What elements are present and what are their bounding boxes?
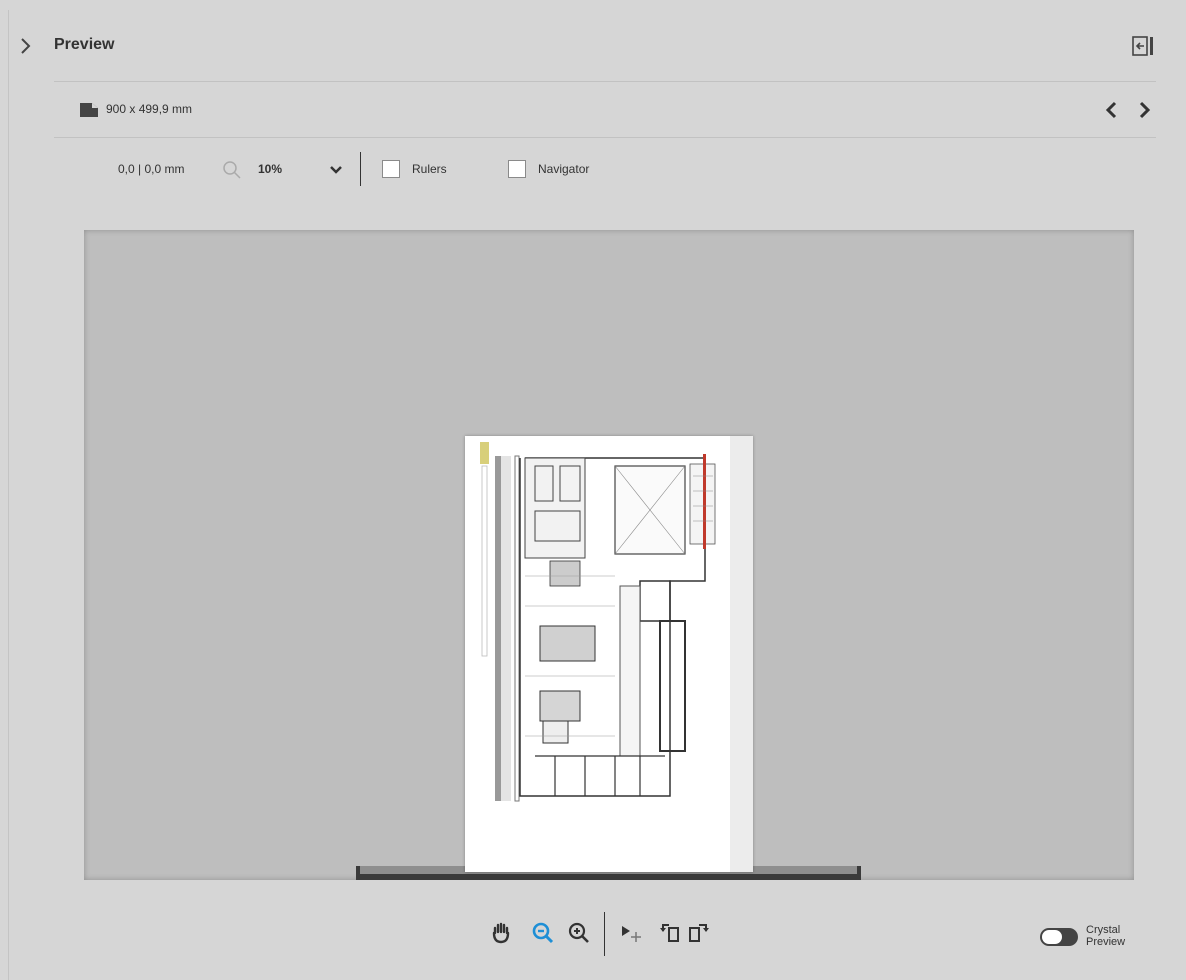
crystal-preview-label[interactable]: Crystal Preview: [1086, 924, 1125, 948]
rulers-label[interactable]: Rulers: [412, 162, 447, 176]
page-size-icon: [80, 103, 98, 117]
rotate-left-icon[interactable]: [658, 920, 684, 946]
chevron-right-icon[interactable]: [1132, 98, 1156, 122]
toolbar-separator: [360, 152, 361, 186]
navigator-label[interactable]: Navigator: [538, 162, 589, 176]
cursor-coordinates: 0,0 | 0,0 mm: [118, 162, 185, 176]
move-arrow-icon[interactable]: [618, 920, 644, 946]
hand-icon[interactable]: [488, 920, 514, 946]
tools-separator: [604, 912, 605, 956]
chevron-left-icon[interactable]: [1100, 98, 1124, 122]
page-size-row: 900 x 499,9 mm: [0, 90, 1186, 130]
magnifier-icon: [223, 161, 241, 179]
panel-dock-icon[interactable]: [1130, 34, 1158, 58]
zoom-level-select[interactable]: 10%: [258, 162, 282, 176]
zoom-out-icon[interactable]: [530, 920, 556, 946]
preview-toolbar: 0,0 | 0,0 mm 10% Rulers Navigator: [0, 150, 1186, 190]
page-size-label: 900 x 499,9 mm: [106, 102, 193, 116]
chevron-right-icon[interactable]: [14, 34, 38, 58]
preview-page[interactable]: [465, 436, 753, 872]
preview-canvas[interactable]: [84, 230, 1134, 880]
rulers-checkbox[interactable]: [382, 160, 400, 178]
panel-title: Preview: [54, 36, 115, 53]
preview-bottom-toolbar: Crystal Preview: [0, 910, 1186, 960]
floor-plan-thumbnail: [480, 442, 716, 802]
chevron-down-icon[interactable]: [326, 160, 346, 180]
navigator-checkbox[interactable]: [508, 160, 526, 178]
header-divider: [54, 81, 1156, 82]
crystal-preview-toggle[interactable]: [1040, 928, 1078, 946]
size-row-divider: [54, 137, 1156, 138]
zoom-in-icon[interactable]: [566, 920, 592, 946]
toggle-knob: [1042, 930, 1062, 944]
rotate-right-icon[interactable]: [686, 920, 712, 946]
panel-header: Preview: [0, 0, 1186, 82]
